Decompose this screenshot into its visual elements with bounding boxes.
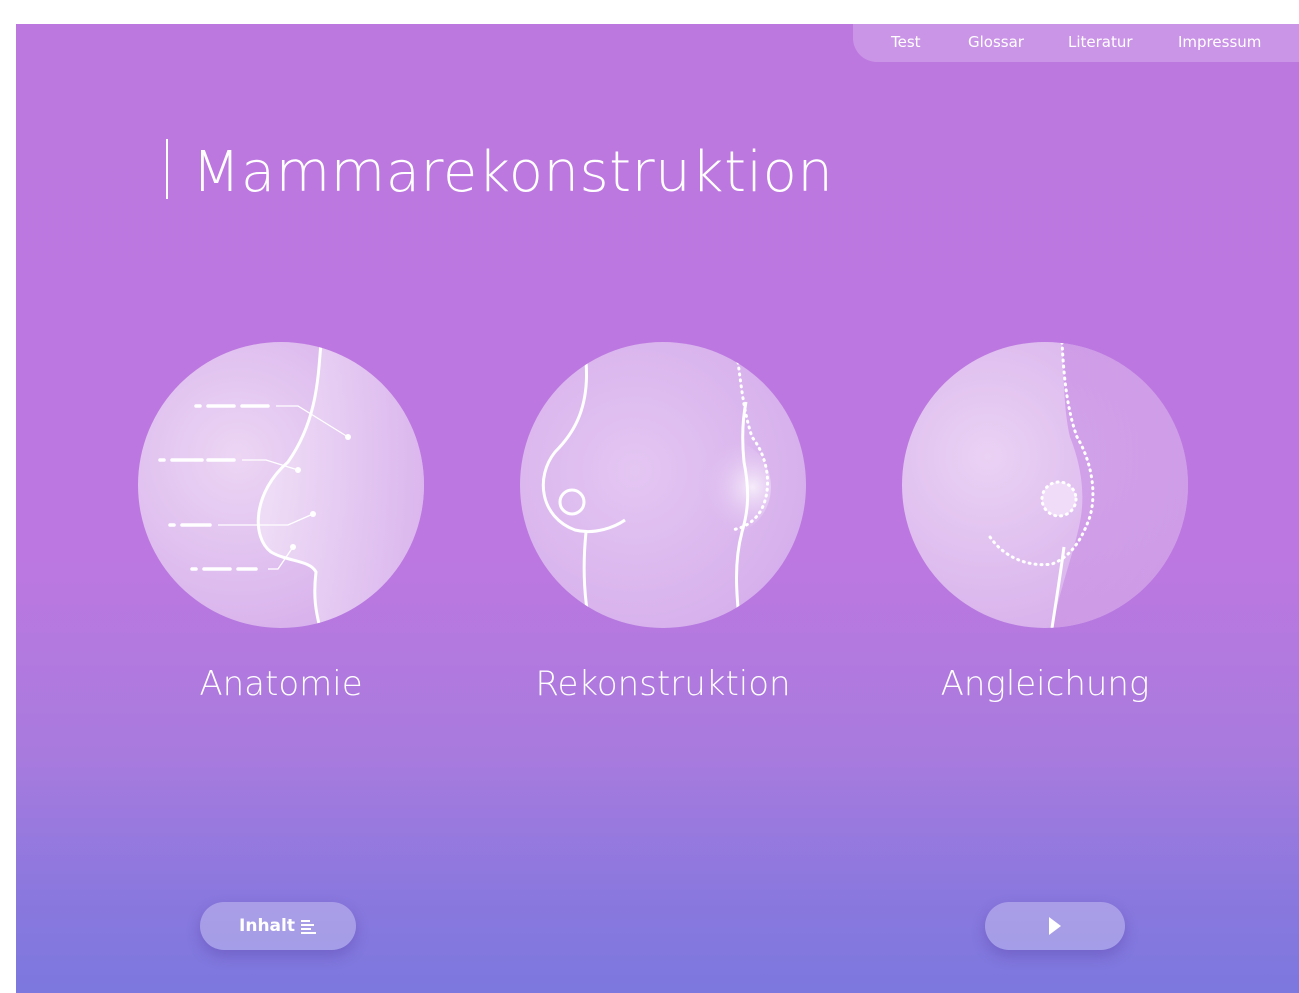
nav-item-impressum[interactable]: Impressum — [1178, 33, 1261, 51]
list-icon — [300, 919, 317, 934]
contents-button-label: Inhalt — [239, 916, 295, 936]
top-navigation: Test Glossar Literatur Impressum — [853, 24, 1299, 62]
title-divider — [166, 139, 168, 199]
nav-item-test[interactable]: Test — [891, 33, 921, 51]
reconstruction-illustration-icon — [520, 342, 806, 628]
topic-angleichung[interactable] — [902, 342, 1188, 628]
topic-label-anatomie[interactable]: Anatomie — [91, 664, 471, 704]
topic-rekonstruktion[interactable] — [520, 342, 806, 628]
nav-item-glossar[interactable]: Glossar — [968, 33, 1024, 51]
topic-label-rekonstruktion[interactable]: Rekonstruktion — [473, 664, 853, 704]
app-canvas: Test Glossar Literatur Impressum Mammare… — [16, 24, 1299, 993]
adjustment-illustration-icon — [902, 342, 1188, 628]
topic-label-angleichung[interactable]: Angleichung — [855, 664, 1235, 704]
page-title: Mammarekonstruktion — [166, 139, 833, 205]
nav-item-literatur[interactable]: Literatur — [1068, 33, 1133, 51]
contents-button[interactable]: Inhalt — [200, 902, 356, 950]
next-button[interactable] — [985, 902, 1125, 950]
play-icon — [1048, 917, 1062, 935]
topic-anatomie[interactable] — [138, 342, 424, 628]
anatomy-illustration-icon — [138, 342, 424, 628]
page-title-text: Mammarekonstruktion — [192, 140, 834, 205]
